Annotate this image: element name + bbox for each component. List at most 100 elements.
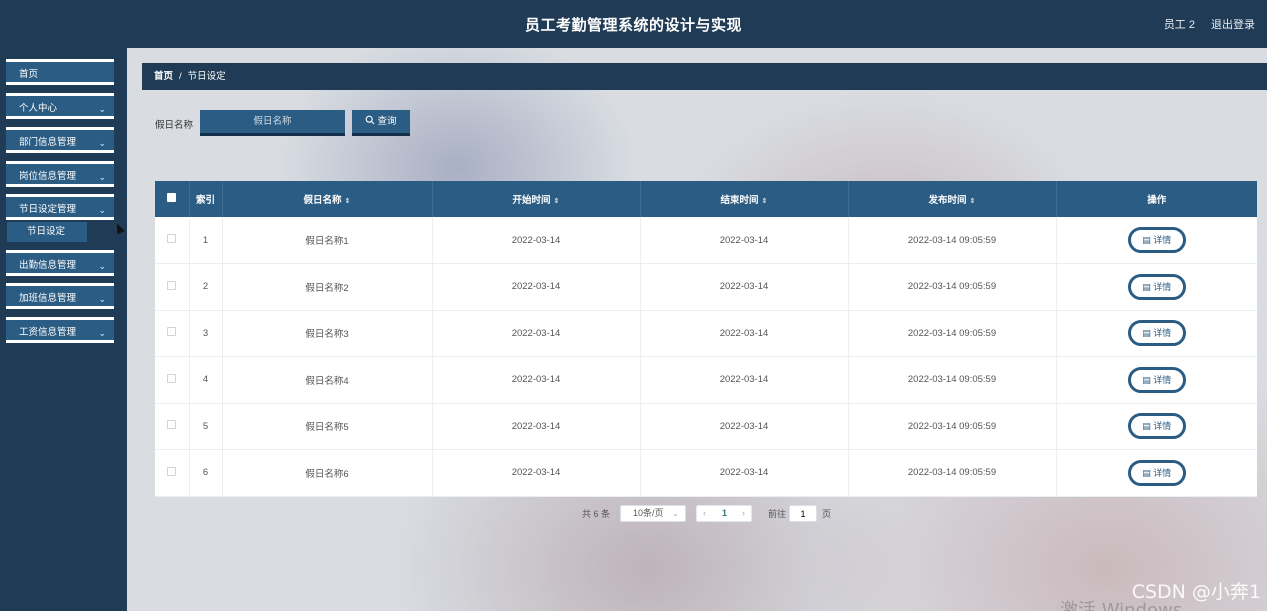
row-end-time: 2022-03-14 [640,310,849,357]
row-start-time: 2022-03-14 [432,449,641,497]
row-checkbox[interactable] [167,420,177,430]
column-header-end[interactable]: 结束时间 ⇕ [640,181,849,217]
next-page-icon[interactable]: › [742,506,745,521]
row-published-time: 2022-03-14 09:05:59 [848,217,1057,264]
detail-button-label: 详情 [1153,421,1172,432]
row-start-time: 2022-03-14 [432,403,641,450]
sidebar-item-personal-center[interactable]: 个人中心 ⌄ [6,93,114,119]
row-holiday-name: 假日名称5 [222,403,433,450]
column-header-label: 结束时间 [720,195,759,206]
column-header-name[interactable]: 假日名称 ⇕ [222,181,433,217]
detail-button[interactable]: ▤ 详情 [1127,320,1186,347]
row-checkbox[interactable] [167,327,177,337]
document-icon: ▤ [1142,235,1154,245]
row-actions: ▤ 详情 [1056,356,1257,404]
search-button-label: 查询 [377,116,397,127]
search-button[interactable]: 查询 [352,110,410,136]
chevron-down-icon: ⌄ [98,172,106,182]
detail-button[interactable]: ▤ 详情 [1127,227,1186,253]
row-checkbox[interactable] [167,234,177,243]
column-header-index: 索引 [189,181,223,217]
detail-button[interactable]: ▤ 详情 [1127,413,1186,440]
row-start-time: 2022-03-14 [432,310,641,357]
sidebar-item-home[interactable]: 首页 [6,59,114,85]
row-select-cell [155,310,190,357]
detail-button-label: 详情 [1153,328,1172,339]
table-row: 5 假日名称5 2022-03-14 2022-03-14 2022-03-14… [155,403,1257,450]
detail-button-label: 详情 [1153,374,1172,385]
row-published-time: 2022-03-14 09:05:59 [848,403,1057,450]
row-published-time: 2022-03-14 09:05:59 [848,310,1057,357]
goto-page-input[interactable] [789,505,817,522]
row-index: 5 [189,403,223,450]
breadcrumb-separator: / [179,71,182,82]
breadcrumb-home[interactable]: 首页 [154,71,173,82]
row-index: 3 [189,310,223,357]
row-holiday-name: 假日名称6 [222,449,433,497]
goto-label: 前往 [768,509,787,519]
select-all-checkbox[interactable] [167,193,177,202]
row-checkbox[interactable] [167,280,177,290]
page-size-select[interactable]: 10条/页 ⌄ [620,505,686,522]
sidebar-item-position[interactable]: 岗位信息管理 ⌄ [6,161,114,187]
document-icon: ▤ [1142,421,1154,432]
chevron-down-icon: ⌄ [98,261,106,271]
row-holiday-name: 假日名称4 [222,356,433,404]
holiday-name-search-input[interactable] [200,110,345,136]
sort-icon[interactable]: ⇕ [970,198,976,205]
current-user[interactable]: 员工 2 [1164,16,1195,32]
sort-icon[interactable]: ⇕ [345,198,351,205]
sort-icon[interactable]: ⇕ [762,198,768,205]
column-header-published[interactable]: 发布时间 ⇕ [848,181,1057,217]
detail-button[interactable]: ▤ 详情 [1127,366,1186,393]
row-select-cell [155,449,190,497]
row-start-time: 2022-03-14 [432,263,641,311]
row-end-time: 2022-03-14 [640,263,849,311]
logout-link[interactable]: 退出登录 [1211,16,1255,32]
detail-button[interactable]: ▤ 详情 [1127,273,1186,300]
row-index: 2 [189,263,223,311]
chevron-down-icon: ⌄ [98,328,106,338]
row-select-cell [155,403,190,450]
sidebar-item-department[interactable]: 部门信息管理 ⌄ [6,127,114,153]
document-icon: ▤ [1142,328,1154,339]
sidebar-item-holiday-settings[interactable]: 节日设定管理 ⌄ [6,194,114,220]
column-header-start[interactable]: 开始时间 ⇕ [432,181,641,217]
row-start-time: 2022-03-14 [432,356,641,404]
column-header-actions: 操作 [1147,195,1167,206]
detail-button-label: 详情 [1153,467,1172,478]
prev-page-icon[interactable]: ‹ [703,506,706,521]
row-select-cell [155,263,190,311]
chevron-down-icon: ⌄ [98,294,106,304]
sidebar-item-label: 部门信息管理 [19,137,77,148]
sort-icon[interactable]: ⇕ [554,198,560,205]
sidebar-item-overtime[interactable]: 加班信息管理 ⌄ [6,283,114,309]
document-icon: ▤ [1142,281,1154,292]
top-bar: 员工考勤管理系统的设计与实现 员工 2 退出登录 [0,0,1267,48]
row-index: 4 [189,356,223,404]
row-holiday-name: 假日名称2 [222,263,433,311]
row-checkbox[interactable] [167,466,177,476]
page-unit-label: 页 [822,509,832,519]
select-all-cell [155,181,190,217]
sidebar-subitem-holiday-setting[interactable]: 节日设定 [7,222,87,242]
row-actions: ▤ 详情 [1056,403,1257,450]
column-header-label: 发布时间 [928,195,967,206]
table-row: 3 假日名称3 2022-03-14 2022-03-14 2022-03-14… [155,310,1257,357]
table-row: 4 假日名称4 2022-03-14 2022-03-14 2022-03-14… [155,356,1257,404]
sidebar-item-label: 出勤信息管理 [19,260,77,271]
detail-button-label: 详情 [1153,235,1172,245]
current-page-number[interactable]: 1 [722,506,727,521]
row-actions: ▤ 详情 [1056,449,1257,497]
row-checkbox[interactable] [167,373,177,383]
table-header-row: 索引 假日名称 ⇕ 开始时间 ⇕ 结束时间 ⇕ 发布时间 ⇕ 操作 [155,181,1257,217]
search-label: 假日名称 [155,120,194,131]
sidebar-item-salary[interactable]: 工资信息管理 ⌄ [6,317,114,343]
column-header-label: 开始时间 [512,195,551,206]
sidebar-item-attendance[interactable]: 出勤信息管理 ⌄ [6,250,114,276]
row-end-time: 2022-03-14 [640,449,849,497]
detail-button[interactable]: ▤ 详情 [1127,459,1186,486]
row-end-time: 2022-03-14 [640,217,849,264]
search-icon [366,115,375,125]
sidebar-item-label: 加班信息管理 [19,293,77,304]
